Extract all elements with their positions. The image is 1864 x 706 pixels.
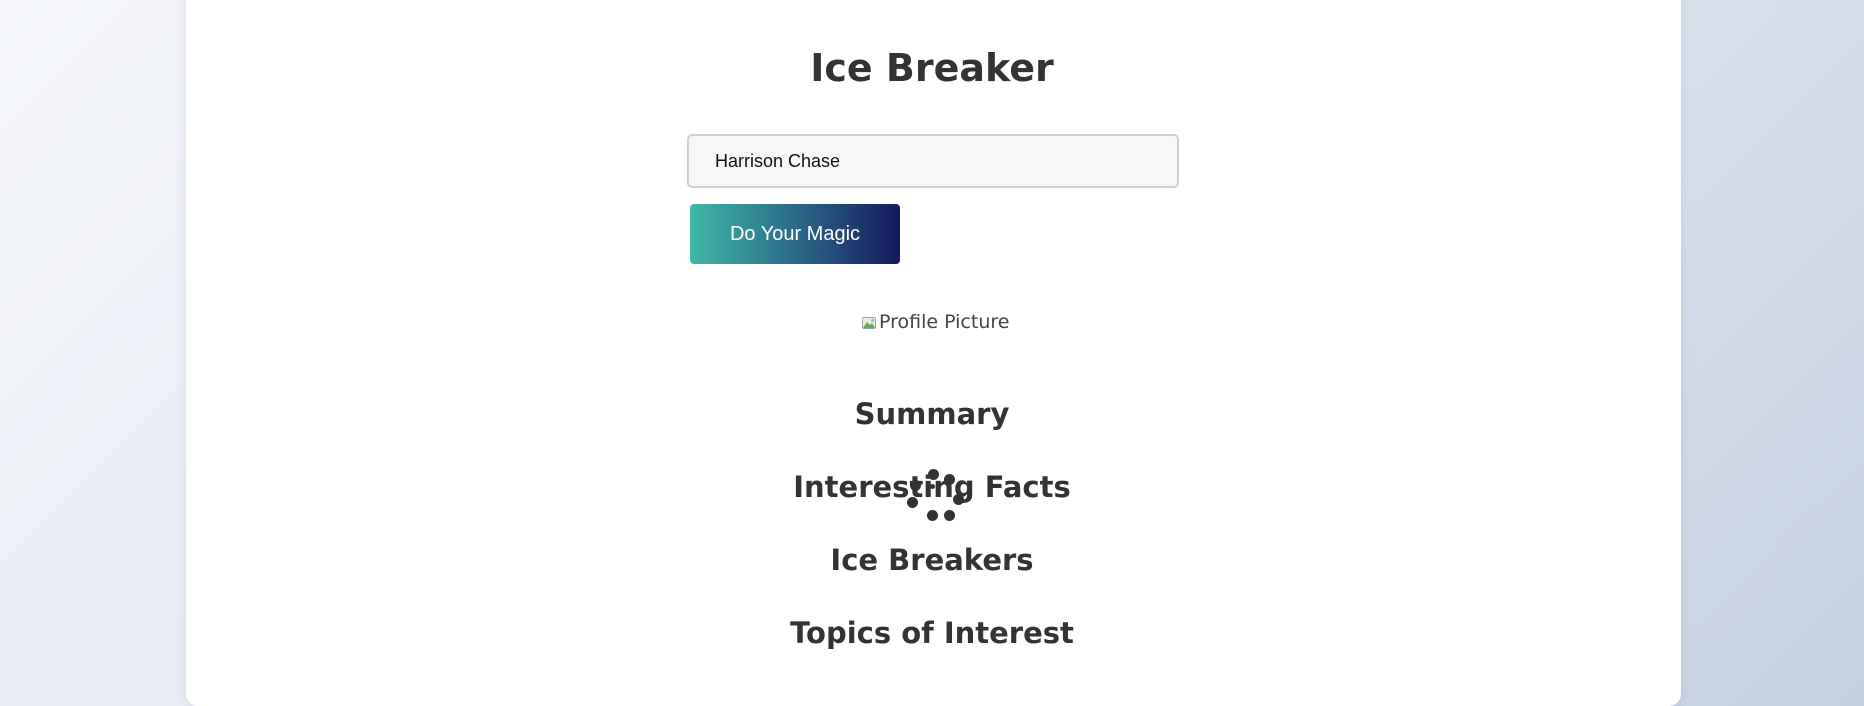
page-title: Ice Breaker — [810, 46, 1054, 90]
profile-picture: Profile Picture — [862, 310, 1009, 334]
main-card — [186, 0, 1681, 706]
name-input[interactable] — [687, 134, 1179, 188]
topics-of-interest-heading: Topics of Interest — [790, 616, 1074, 650]
loading-spinner-icon — [897, 460, 967, 530]
ice-breakers-heading: Ice Breakers — [830, 543, 1034, 577]
summary-heading: Summary — [854, 397, 1010, 431]
broken-image-icon — [862, 314, 878, 330]
profile-picture-alt-text: Profile Picture — [879, 311, 1010, 333]
do-your-magic-button[interactable]: Do Your Magic — [690, 204, 900, 264]
